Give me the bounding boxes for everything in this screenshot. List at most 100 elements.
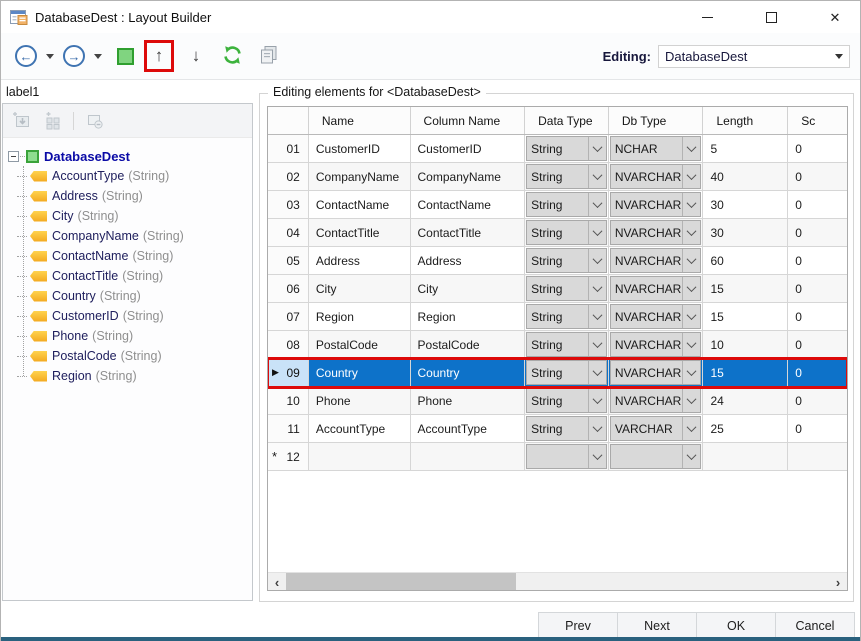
data-type-combobox[interactable]: String <box>526 164 607 189</box>
row-header[interactable]: 05 <box>268 247 309 275</box>
maximize-button[interactable] <box>760 6 782 28</box>
db-type-combobox[interactable]: NVARCHAR <box>610 388 702 413</box>
data-type-combobox[interactable]: String <box>526 360 607 385</box>
chevron-down-icon[interactable] <box>682 389 700 412</box>
row-header[interactable]: 06 <box>268 275 309 303</box>
ok-button[interactable]: OK <box>696 612 776 639</box>
cell-length[interactable]: 15 <box>703 359 788 387</box>
cell-length[interactable]: 25 <box>703 415 788 443</box>
row-header[interactable]: 10 <box>268 387 309 415</box>
cell-data-type[interactable] <box>525 443 609 471</box>
cell-name[interactable]: CompanyName <box>309 163 411 191</box>
scrollbar-thumb[interactable] <box>286 573 516 591</box>
chevron-down-icon[interactable] <box>588 249 606 272</box>
cell-data-type[interactable]: String <box>525 331 609 359</box>
cell-data-type[interactable]: String <box>525 219 609 247</box>
column-header-blank[interactable] <box>268 107 309 134</box>
data-type-combobox[interactable]: String <box>526 192 607 217</box>
tree-item[interactable]: Address (String) <box>3 186 252 206</box>
chevron-down-icon[interactable] <box>588 305 606 328</box>
db-type-combobox[interactable]: NVARCHAR <box>610 332 702 357</box>
column-header-length[interactable]: Length <box>703 107 788 134</box>
cell-column-name[interactable]: Country <box>411 359 526 387</box>
close-button[interactable]: ✕ <box>824 6 846 28</box>
data-type-combobox[interactable]: String <box>526 276 607 301</box>
cell-name[interactable]: ContactName <box>309 191 411 219</box>
cell-db-type[interactable]: VARCHAR <box>609 415 704 443</box>
chevron-down-icon[interactable] <box>682 445 700 468</box>
cell-name[interactable]: Address <box>309 247 411 275</box>
data-type-combobox[interactable]: String <box>526 332 607 357</box>
cell-scale[interactable]: 0 <box>788 135 847 163</box>
cell-db-type[interactable]: NVARCHAR <box>609 247 704 275</box>
chevron-down-icon[interactable] <box>682 193 700 216</box>
chevron-down-icon[interactable] <box>588 165 606 188</box>
data-type-combobox[interactable] <box>526 444 607 469</box>
cell-length[interactable]: 40 <box>703 163 788 191</box>
table-row[interactable]: 01 CustomerID CustomerID String <box>268 135 847 163</box>
row-header[interactable]: 02 <box>268 163 309 191</box>
cell-column-name[interactable]: PostalCode <box>411 331 526 359</box>
chevron-down-icon[interactable] <box>588 361 606 384</box>
tree-item[interactable]: ContactName (String) <box>3 246 252 266</box>
cell-db-type[interactable]: NVARCHAR <box>609 163 704 191</box>
chevron-down-icon[interactable] <box>682 417 700 440</box>
remove-item-button[interactable] <box>85 111 104 130</box>
prev-button[interactable]: Prev <box>538 612 618 639</box>
row-header[interactable]: ▶ 09 <box>268 359 309 387</box>
cell-name[interactable]: Region <box>309 303 411 331</box>
tree-item[interactable]: ContactTitle (String) <box>3 266 252 286</box>
cell-name[interactable]: Phone <box>309 387 411 415</box>
cell-db-type[interactable] <box>609 443 704 471</box>
cell-scale[interactable]: 0 <box>788 387 847 415</box>
row-header[interactable]: 04 <box>268 219 309 247</box>
cell-name[interactable]: PostalCode <box>309 331 411 359</box>
cell-column-name[interactable]: AccountType <box>411 415 526 443</box>
row-header[interactable]: 08 <box>268 331 309 359</box>
table-row[interactable]: 04 ContactTitle ContactTitle String <box>268 219 847 247</box>
move-down-button[interactable]: ↓ <box>184 43 208 69</box>
chevron-down-icon[interactable] <box>588 277 606 300</box>
cell-scale[interactable]: 0 <box>788 303 847 331</box>
column-header-data-type[interactable]: Data Type <box>525 107 609 134</box>
db-type-combobox[interactable] <box>610 444 702 469</box>
next-button[interactable]: Next <box>617 612 697 639</box>
cell-data-type[interactable]: String <box>525 303 609 331</box>
cell-db-type[interactable]: NVARCHAR <box>609 219 704 247</box>
db-type-combobox[interactable]: VARCHAR <box>610 416 702 441</box>
cell-scale[interactable]: 0 <box>788 247 847 275</box>
data-type-combobox[interactable]: String <box>526 304 607 329</box>
cell-data-type[interactable]: String <box>525 359 609 387</box>
tree-root-node[interactable]: DatabaseDest <box>3 146 252 166</box>
cell-length[interactable]: 30 <box>703 219 788 247</box>
add-item-button[interactable] <box>13 111 32 130</box>
chevron-down-icon[interactable] <box>682 221 700 244</box>
chevron-down-icon[interactable] <box>588 193 606 216</box>
table-row[interactable]: 10 Phone Phone String NVARCHAR <box>268 387 847 415</box>
tree-item[interactable]: Phone (String) <box>3 326 252 346</box>
cell-scale[interactable]: 0 <box>788 275 847 303</box>
chevron-down-icon[interactable] <box>588 137 606 160</box>
cell-column-name[interactable]: CustomerID <box>411 135 526 163</box>
chevron-down-icon[interactable] <box>588 417 606 440</box>
chevron-down-icon[interactable] <box>588 389 606 412</box>
tree-item[interactable]: Region (String) <box>3 366 252 386</box>
cell-db-type[interactable]: NVARCHAR <box>609 275 704 303</box>
chevron-down-icon[interactable] <box>588 445 606 468</box>
cell-name[interactable]: City <box>309 275 411 303</box>
copy-layout-button[interactable] <box>259 45 278 67</box>
cell-data-type[interactable]: String <box>525 275 609 303</box>
column-header-scale[interactable]: Sc <box>788 107 847 134</box>
green-square-button[interactable] <box>117 48 134 65</box>
cell-data-type[interactable]: String <box>525 163 609 191</box>
cell-scale[interactable]: 0 <box>788 331 847 359</box>
db-type-combobox[interactable]: NVARCHAR <box>610 192 702 217</box>
cell-data-type[interactable]: String <box>525 135 609 163</box>
cell-column-name[interactable]: Region <box>411 303 526 331</box>
cell-db-type[interactable]: NCHAR <box>609 135 704 163</box>
back-dropdown-icon[interactable] <box>46 54 54 59</box>
chevron-down-icon[interactable] <box>682 165 700 188</box>
db-type-combobox[interactable]: NVARCHAR <box>610 164 702 189</box>
tree-item[interactable]: CompanyName (String) <box>3 226 252 246</box>
cell-column-name[interactable]: ContactName <box>411 191 526 219</box>
